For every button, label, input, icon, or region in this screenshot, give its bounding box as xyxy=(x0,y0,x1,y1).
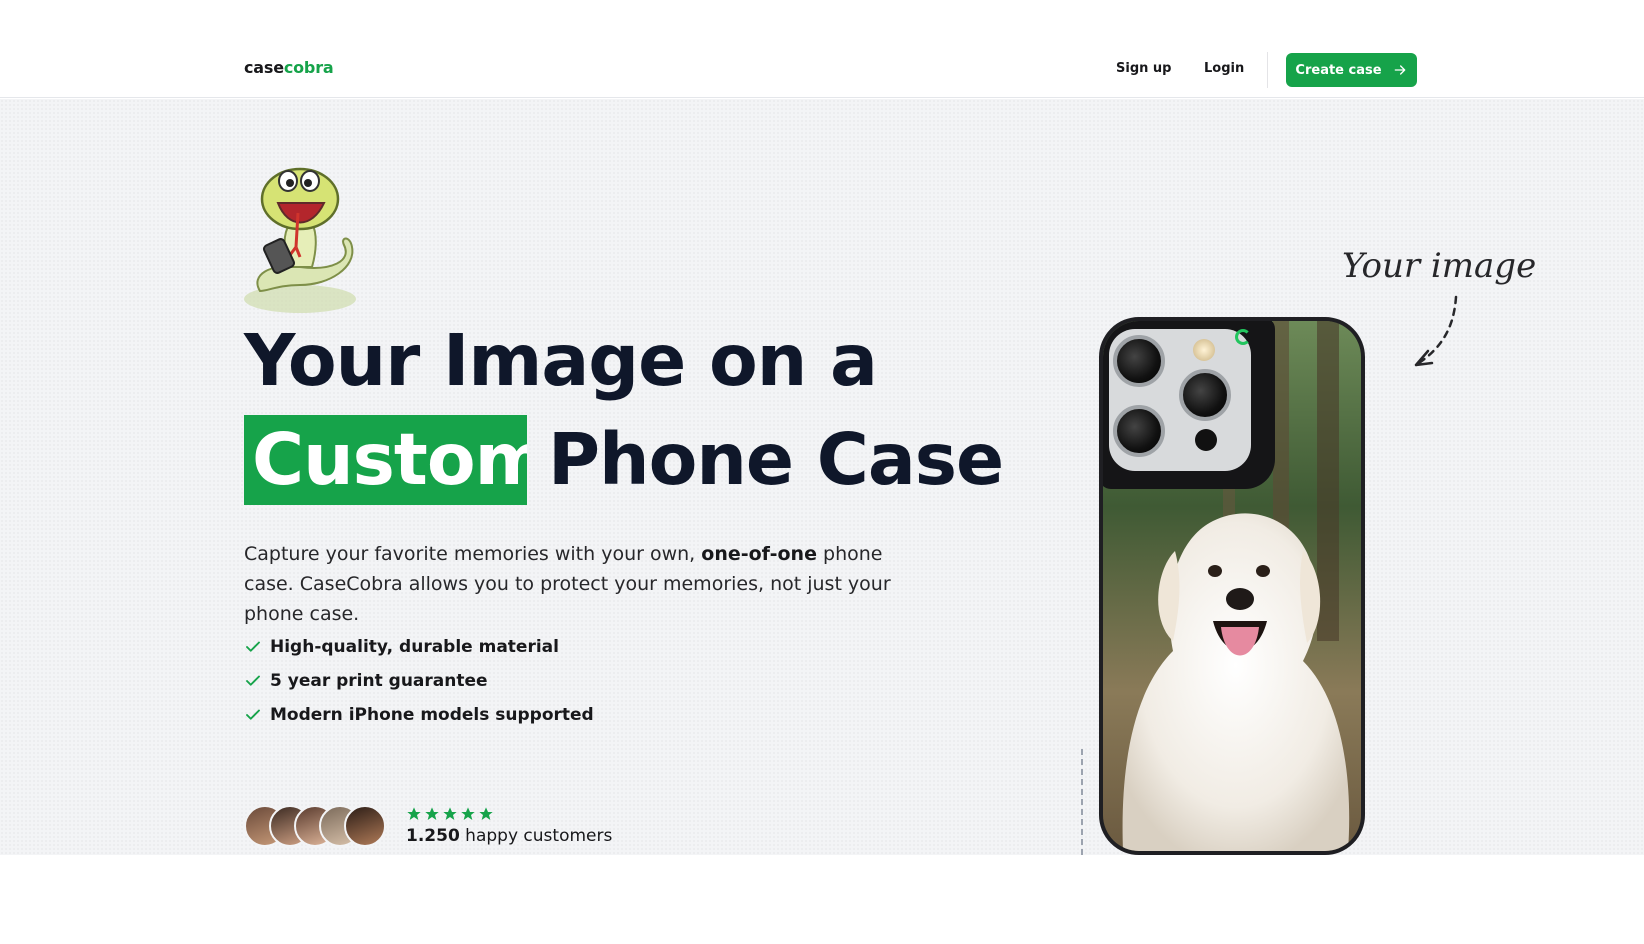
camera-flash xyxy=(1193,339,1215,361)
create-case-button[interactable]: Create case xyxy=(1286,53,1417,87)
customer-avatars xyxy=(244,805,388,849)
avatar xyxy=(344,805,386,847)
login-link[interactable]: Login xyxy=(1204,61,1244,76)
logo-part-case: case xyxy=(244,58,284,77)
feature-item: 5 year print guarantee xyxy=(244,664,594,698)
customers-label: happy customers xyxy=(459,826,613,846)
customers-text: 1.250 happy customers xyxy=(406,826,612,846)
logo-part-cobra: cobra xyxy=(283,58,334,77)
headline-highlight: Custom xyxy=(244,415,527,505)
lead-text-a: Capture your favorite memories with your… xyxy=(244,543,702,565)
star-icon xyxy=(461,807,475,820)
logo[interactable]: casecobra xyxy=(244,58,334,77)
star-icon xyxy=(443,807,457,820)
camera-sensor xyxy=(1195,429,1217,451)
snake-mascot-image xyxy=(244,167,356,313)
star-icon xyxy=(479,807,493,820)
hero-section: Your Image on a Custom Phone Case Captur… xyxy=(0,99,1644,855)
check-icon xyxy=(246,709,260,720)
star-icon xyxy=(407,807,421,820)
camera-lens xyxy=(1113,335,1165,387)
check-icon xyxy=(246,675,260,686)
dashed-divider xyxy=(1081,749,1083,855)
check-icon xyxy=(246,641,260,652)
customers-count: 1.250 xyxy=(406,826,460,846)
nav-divider xyxy=(1267,52,1268,88)
feature-item: Modern iPhone models supported xyxy=(244,698,594,732)
hero-description: Capture your favorite memories with your… xyxy=(244,539,934,629)
feature-label: 5 year print guarantee xyxy=(270,671,488,691)
your-image-annotation: Your image xyxy=(1342,246,1537,286)
rating-stars xyxy=(406,806,494,822)
loading-indicator-icon xyxy=(1235,329,1251,345)
feature-list: High-quality, durable material 5 year pr… xyxy=(244,630,594,732)
navbar: casecobra Sign up Login Create case xyxy=(0,0,1644,98)
star-icon xyxy=(425,807,439,820)
dashed-arrow-icon xyxy=(1414,295,1458,367)
create-case-label: Create case xyxy=(1295,62,1382,78)
camera-lens xyxy=(1113,405,1165,457)
arrow-right-icon xyxy=(1394,65,1405,75)
signup-link[interactable]: Sign up xyxy=(1116,61,1171,76)
camera-lens xyxy=(1179,369,1231,421)
camera-module xyxy=(1103,321,1275,489)
lead-text-bold: one-of-one xyxy=(701,543,817,565)
feature-item: High-quality, durable material xyxy=(244,630,594,664)
headline-line-2: Phone Case xyxy=(548,418,1004,501)
feature-label: High-quality, durable material xyxy=(270,637,559,657)
camera-plate xyxy=(1109,329,1251,471)
headline-line-1: Your Image on a xyxy=(244,319,878,402)
phone-case-preview xyxy=(1099,317,1365,855)
feature-label: Modern iPhone models supported xyxy=(270,705,594,725)
